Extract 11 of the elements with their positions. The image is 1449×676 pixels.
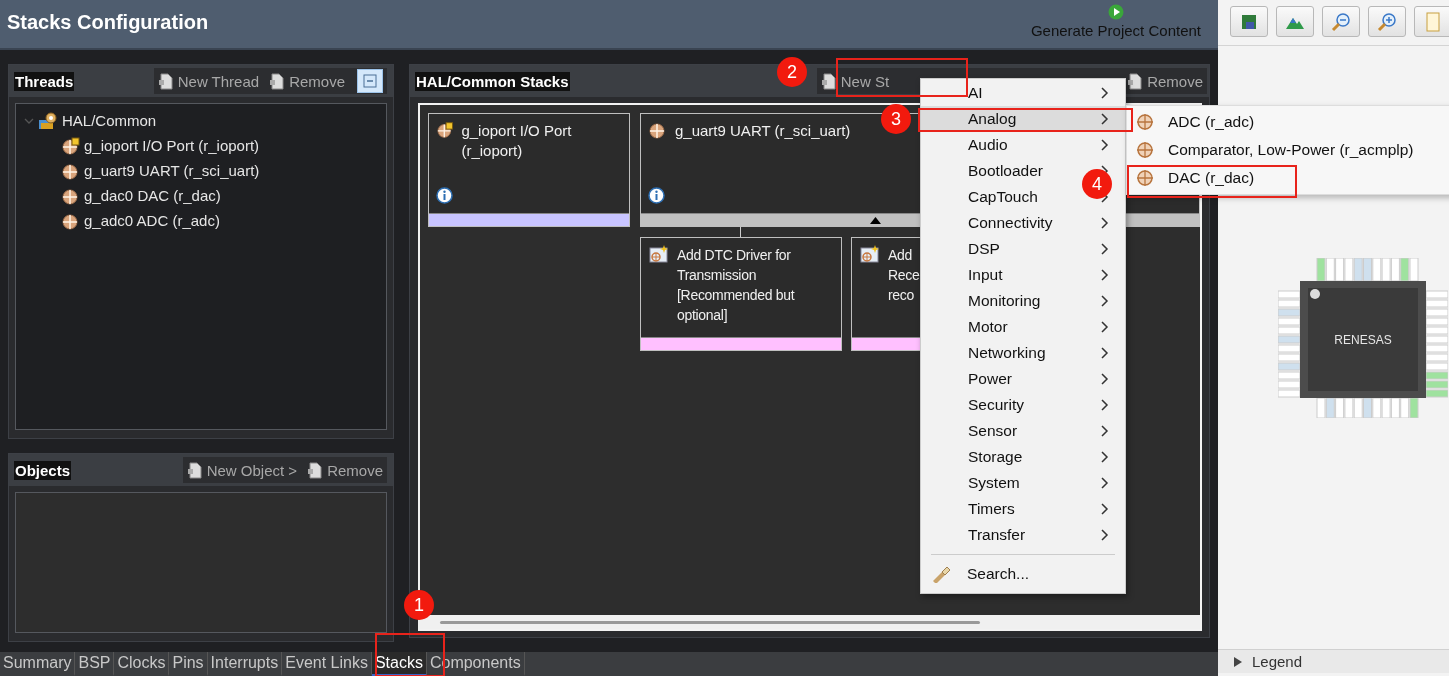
step-marker: 1 (404, 590, 434, 620)
step-marker: 2 (777, 57, 807, 87)
stack-card-title: g_ioport I/O Port (r_ioport) (461, 121, 573, 161)
panel-title: Objects (14, 460, 72, 480)
panel-title: Threads (14, 71, 75, 91)
page-title: Stacks Configuration (7, 11, 209, 34)
stack-card-title: g_uart9 UART (r_sci_uart) (675, 121, 851, 141)
stack-card-title: Add DTC Driver for Transmission [Recommended but optional] (677, 246, 795, 325)
stack-card-title: Add Rece reco (888, 246, 920, 305)
panel-title: HAL/Common Stacks (415, 71, 570, 91)
chip-drawing: RENESAS (1278, 258, 1448, 418)
